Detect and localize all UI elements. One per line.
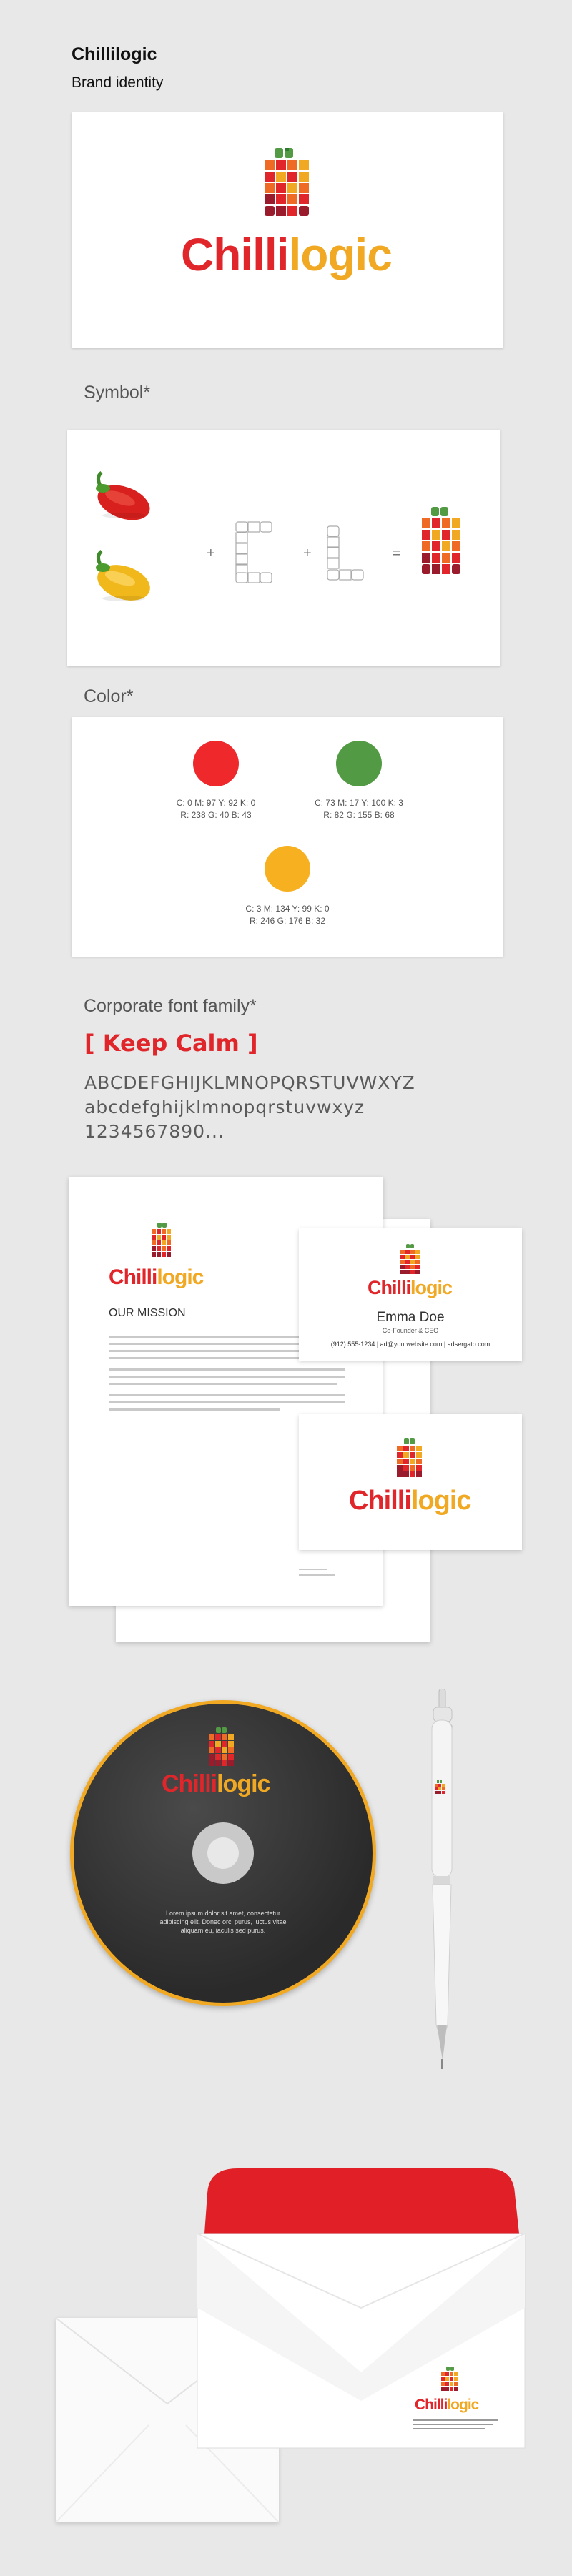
card-back-mark-icon	[397, 1438, 423, 1482]
body-text-line	[109, 1368, 345, 1371]
red-pepper-image	[92, 467, 156, 528]
logo-card: Chillilogic	[72, 112, 503, 348]
letterhead-wordmark: Chillilogic	[109, 1265, 204, 1290]
envelope-address-line	[413, 2424, 493, 2425]
font-heading: Corporate font family*	[84, 996, 257, 1016]
body-text-line	[109, 1394, 345, 1396]
font-digits-sample: 1234567890...	[84, 1121, 225, 1142]
swatch-green-rgb: R: 82 G: 155 B: 68	[323, 810, 395, 820]
letterhead-wordmark-logic: logic	[157, 1265, 204, 1289]
card-person-name: Emma Doe	[376, 1310, 445, 1325]
swatch-green	[336, 741, 382, 786]
letterhead-wordmark-chilli: Chilli	[109, 1265, 157, 1289]
pepper-mark-result-icon	[422, 507, 462, 591]
plus-sign-1: +	[207, 546, 215, 561]
font-lowercase-sample: abcdefghijklmnopqrstuvwxyz	[84, 1097, 365, 1117]
branded-pen-image	[426, 1688, 462, 2078]
cd-disc: Chillilogic Lorem ipsum dolor sit amet, …	[70, 1700, 376, 2006]
swatch-red-cmyk: C: 0 M: 97 Y: 92 K: 0	[176, 798, 256, 808]
footer-text-line	[299, 1569, 327, 1570]
swatch-yellow	[265, 846, 310, 892]
card-person-role: Co-Founder & CEO	[382, 1327, 439, 1334]
envelope-mark-icon	[441, 2367, 460, 2399]
body-text-line	[109, 1408, 280, 1411]
cd-wordmark: Chillilogic	[162, 1770, 270, 1798]
swatch-red-rgb: R: 238 G: 40 B: 43	[180, 810, 252, 820]
equals-sign: =	[393, 546, 401, 561]
yellow-pepper-image	[92, 548, 156, 609]
pepper-mark-icon	[265, 147, 312, 223]
plus-sign-2: +	[303, 546, 312, 561]
swatch-green-cmyk: C: 73 M: 17 Y: 100 K: 3	[315, 798, 403, 808]
page-title: Chillilogic	[72, 44, 157, 64]
body-text-line	[109, 1357, 323, 1359]
envelope-wordmark-chilli: Chilli	[415, 2397, 448, 2413]
card-wordmark-chilli: Chilli	[368, 1277, 411, 1298]
font-name: [ Keep Calm ]	[84, 1030, 258, 1057]
swatch-red-values: C: 0 M: 97 Y: 92 K: 0 R: 238 G: 40 B: 43	[144, 797, 287, 821]
wordmark-chilli: Chilli	[181, 229, 289, 280]
business-card-front: Chillilogic Emma Doe Co-Founder & CEO (9…	[299, 1228, 522, 1361]
cd-wordmark-chilli: Chilli	[162, 1770, 217, 1797]
card-mark-icon	[400, 1244, 420, 1279]
cd-mark-icon	[209, 1727, 235, 1771]
envelope-address-line	[413, 2419, 498, 2421]
swatch-red	[193, 741, 239, 786]
body-text-line	[109, 1401, 345, 1403]
envelope-address-line	[413, 2428, 485, 2429]
letter-l-grid-icon	[326, 525, 366, 588]
envelope-wordmark: Chillilogic	[415, 2397, 479, 2414]
wordmark-logic: logic	[288, 229, 392, 280]
symbol-heading: Symbol*	[84, 383, 151, 403]
letterhead-mark-icon	[152, 1223, 173, 1262]
card-wordmark: Chillilogic	[368, 1277, 453, 1299]
card-back-wordmark-chilli: Chilli	[349, 1486, 412, 1516]
swatch-yellow-rgb: R: 246 G: 176 B: 32	[249, 916, 326, 926]
symbol-card: + + =	[67, 430, 500, 666]
color-card: C: 0 M: 97 Y: 92 K: 0 R: 238 G: 40 B: 43…	[72, 717, 503, 957]
letterhead-mission-title: OUR MISSION	[109, 1307, 186, 1319]
branded-envelope: Chillilogic	[194, 2165, 528, 2465]
card-wordmark-logic: logic	[410, 1277, 453, 1298]
swatch-yellow-cmyk: C: 3 M: 134 Y: 99 K: 0	[245, 904, 330, 914]
business-card-back: Chillilogic	[299, 1414, 522, 1550]
card-contact-info: (912) 555-1234 | ad@yourwebsite.com | ad…	[330, 1341, 490, 1348]
card-back-wordmark: Chillilogic	[349, 1486, 472, 1516]
swatch-green-values: C: 73 M: 17 Y: 100 K: 3 R: 82 G: 155 B: …	[287, 797, 430, 821]
card-back-wordmark-logic: logic	[410, 1486, 472, 1516]
cd-caption: Lorem ipsum dolor sit amet, consectetur …	[159, 1910, 287, 1934]
envelope-wordmark-logic: logic	[447, 2397, 479, 2413]
swatch-yellow-values: C: 3 M: 134 Y: 99 K: 0 R: 246 G: 176 B: …	[216, 903, 359, 927]
cd-wordmark-logic: logic	[217, 1770, 270, 1797]
body-text-line	[109, 1376, 345, 1378]
color-heading: Color*	[84, 686, 134, 706]
cd-hole	[207, 1837, 239, 1869]
page-subtitle: Brand identity	[72, 74, 164, 91]
letter-c-grid-icon	[235, 520, 275, 588]
body-text-line	[109, 1383, 337, 1385]
footer-text-line	[299, 1574, 335, 1576]
font-uppercase-sample: ABCDEFGHIJKLMNOPQRSTUVWXYZ	[84, 1072, 415, 1093]
brand-logo-wordmark: Chillilogic	[181, 228, 393, 281]
